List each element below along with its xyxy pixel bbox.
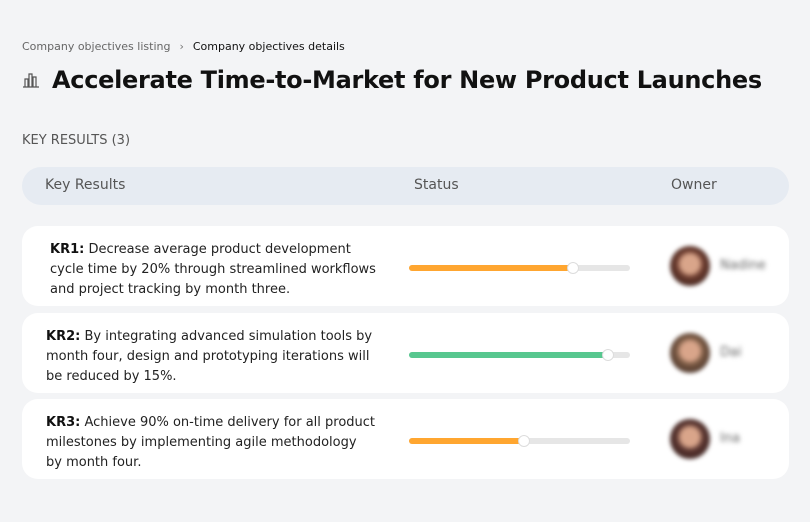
progress-fill xyxy=(409,438,524,444)
owner-name: Ina xyxy=(720,431,741,446)
table-row[interactable]: KR3: Achieve 90% on-time delivery for al… xyxy=(22,399,789,479)
breadcrumb-separator: › xyxy=(179,40,184,53)
progress-fill xyxy=(409,352,608,358)
header-status: Status xyxy=(414,177,459,193)
table-row[interactable]: KR2: By integrating advanced simulation … xyxy=(22,313,789,393)
progress-fill xyxy=(409,265,573,271)
key-result-description: By integrating advanced simulation tools… xyxy=(46,329,373,384)
avatar xyxy=(670,419,710,459)
progress-knob[interactable] xyxy=(566,262,579,274)
header-key-results: Key Results xyxy=(45,177,126,193)
owner-name: Nadine xyxy=(720,258,766,273)
breadcrumb-parent-link[interactable]: Company objectives listing xyxy=(22,40,170,53)
key-result-description: Achieve 90% on-time delivery for all pro… xyxy=(46,415,376,470)
key-result-id: KR3: xyxy=(46,415,81,430)
breadcrumb-current: Company objectives details xyxy=(192,40,345,53)
progress-slider[interactable] xyxy=(409,349,630,361)
key-results-count: KEY RESULTS (3) xyxy=(22,133,131,148)
table-header: Key Results Status Owner xyxy=(22,167,789,205)
progress-knob[interactable] xyxy=(601,349,614,361)
key-result-text: KR3: Achieve 90% on-time delivery for al… xyxy=(46,413,376,473)
breadcrumb: Company objectives listing › Company obj… xyxy=(22,40,345,53)
page-title: Accelerate Time-to-Market for New Produc… xyxy=(52,66,762,94)
header-owner: Owner xyxy=(671,177,717,193)
table-row[interactable]: KR1: Decrease average product developmen… xyxy=(22,226,789,306)
progress-slider[interactable] xyxy=(409,435,630,447)
key-result-text: KR1: Decrease average product developmen… xyxy=(50,240,380,300)
avatar xyxy=(670,246,710,286)
key-result-id: KR2: xyxy=(46,329,81,344)
key-result-id: KR1: xyxy=(50,242,85,257)
page-header: Accelerate Time-to-Market for New Produc… xyxy=(22,66,762,94)
progress-slider[interactable] xyxy=(409,262,630,274)
progress-knob[interactable] xyxy=(517,435,530,447)
key-result-description: Decrease average product development cyc… xyxy=(50,242,376,297)
avatar xyxy=(670,333,710,373)
building-chart-icon xyxy=(23,73,39,88)
owner-name: Dai xyxy=(720,345,742,360)
key-result-text: KR2: By integrating advanced simulation … xyxy=(46,327,376,387)
